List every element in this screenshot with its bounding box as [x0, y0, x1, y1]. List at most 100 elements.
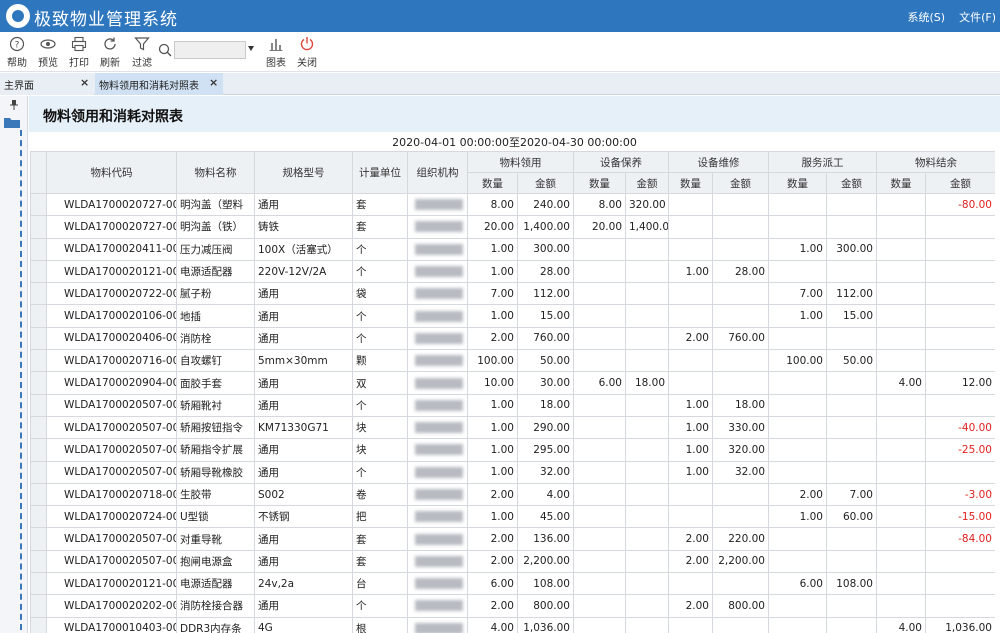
table-row[interactable]: WLDA1700020722-0016腻子粉通用袋7.00112.007.001… [30, 282, 995, 306]
cell-name: 轿厢按钮指令 [176, 415, 255, 440]
table-row[interactable]: WLDA1700020411-0004压力减压阀100X（活塞式）个1.0030… [30, 237, 995, 261]
cell-maint-amount [625, 349, 669, 373]
col-header-spec[interactable]: 规格型号 [254, 151, 353, 194]
row-indicator[interactable] [30, 482, 47, 507]
col-header-org[interactable]: 组织机构 [407, 151, 468, 194]
col-header-amount[interactable]: 金额 [925, 172, 995, 194]
table-row[interactable]: WLDA1700020507-0019轿厢按钮指令KM71330G71块 1.00… [30, 415, 995, 440]
cell-repair-qty [668, 505, 713, 529]
row-indicator[interactable] [30, 527, 47, 551]
row-indicator[interactable] [30, 304, 47, 328]
table-row[interactable]: WLDA1700020904-0005面胶手套通用双 10.0030.006.00… [30, 371, 995, 395]
close-button[interactable]: 关闭 [292, 36, 322, 69]
table-row[interactable]: WLDA1700020724-0031U型锁不锈钢把1.0045.001.006… [30, 505, 995, 529]
cell-balance-qty [876, 192, 926, 217]
table-row[interactable]: WLDA1700020121-0001电源适配器220V-12V/2A个 1.00… [30, 259, 995, 284]
tab-report[interactable]: 物料领用和消耗对照表 × [95, 73, 223, 95]
cell-balance-amount [925, 549, 995, 574]
col-header-qty[interactable]: 数量 [668, 172, 713, 194]
table-row[interactable]: WLDA1700020727-0005明沟盖（铁）铸铁套20.001,400.0… [30, 215, 995, 239]
menu-system[interactable]: 系统(S) [908, 9, 946, 25]
cell-issue-qty: 2.00 [467, 594, 518, 618]
search-dropdown-icon[interactable] [248, 46, 254, 51]
cell-unit: 袋 [352, 282, 408, 306]
col-header-qty[interactable]: 数量 [876, 172, 926, 194]
refresh-button[interactable]: 刷新 [95, 36, 125, 69]
col-header-name[interactable]: 物料名称 [176, 151, 255, 194]
row-indicator[interactable] [30, 505, 47, 529]
row-indicator[interactable] [30, 259, 47, 284]
cell-dispatch-amount: 50.00 [826, 349, 877, 373]
cell-org [407, 616, 468, 633]
table-row[interactable]: WLDA1700020507-0024轿厢导靴橡胶通用个1.0032.001.0… [30, 460, 995, 484]
table-row[interactable]: WLDA1700010403-0016DDR3内存条4G根4.001,036.0… [30, 616, 995, 633]
table-row[interactable]: WLDA1700020507-0033对重导靴通用套2.00136.002.00… [30, 527, 995, 551]
table-row[interactable]: WLDA1700020718-0002生胶带S002卷2.004.002.007… [30, 482, 995, 507]
table-row[interactable]: WLDA1700020507-0020轿厢指令扩展通用块1.00295.001.… [30, 438, 995, 462]
menu-file[interactable]: 文件(F) [959, 9, 996, 25]
table-row[interactable]: WLDA1700020121-0007电源适配器24v,2a台6.00108.0… [30, 572, 995, 596]
folder-icon[interactable] [4, 116, 20, 128]
cell-name: 轿厢指令扩展 [176, 438, 255, 462]
row-indicator-header [30, 151, 47, 194]
row-indicator[interactable] [30, 549, 47, 574]
cell-name: 生胶带 [176, 482, 255, 507]
cell-issue-qty: 10.00 [467, 371, 518, 395]
filter-button[interactable]: 过滤 [127, 36, 157, 69]
col-header-unit[interactable]: 计量单位 [352, 151, 408, 194]
tab-main-close-icon[interactable]: × [80, 76, 89, 89]
preview-button[interactable]: 预览 [33, 36, 63, 69]
tab-report-label: 物料领用和消耗对照表 [99, 81, 199, 92]
table-row[interactable]: WLDA1700020507-0008轿厢靴衬通用个1.0018.001.001… [30, 393, 995, 417]
row-indicator[interactable] [30, 393, 47, 417]
row-indicator[interactable] [30, 460, 47, 484]
col-header-qty[interactable]: 数量 [573, 172, 626, 194]
chart-button[interactable]: 图表 [261, 36, 291, 69]
col-header-amount[interactable]: 金额 [517, 172, 574, 194]
row-indicator[interactable] [30, 415, 47, 440]
col-header-code[interactable]: 物料代码 [46, 151, 177, 194]
print-button[interactable]: 打印 [64, 36, 94, 69]
col-header-qty[interactable]: 数量 [467, 172, 518, 194]
row-indicator[interactable] [30, 616, 47, 633]
row-indicator[interactable] [30, 215, 47, 239]
table-row[interactable]: WLDA1700020507-0034抱闸电源盒通用套2.002,200.002… [30, 549, 995, 574]
row-indicator[interactable] [30, 594, 47, 618]
tab-report-close-icon[interactable]: × [209, 76, 218, 89]
row-indicator[interactable] [30, 192, 47, 217]
table-row[interactable]: WLDA1700020202-0021消防栓接合器通用个2.00800.002.… [30, 594, 995, 618]
col-header-amount[interactable]: 金额 [826, 172, 877, 194]
help-button[interactable]: ? 帮助 [2, 36, 32, 69]
pin-icon[interactable] [10, 100, 18, 110]
cell-spec: 通用 [254, 460, 353, 484]
report-grid[interactable]: 物料代码 物料名称 规格型号 计量单位 组织机构 物料领用 设备保养 设备维修 … [30, 151, 995, 633]
col-header-amount[interactable]: 金额 [625, 172, 669, 194]
cell-issue-amount: 30.00 [517, 371, 574, 395]
cell-issue-qty: 1.00 [467, 438, 518, 462]
row-indicator[interactable] [30, 572, 47, 596]
table-row[interactable]: WLDA1700020106-0025地插通用个1.0015.001.0015.… [30, 304, 995, 328]
cell-code: WLDA1700010403-0016 [46, 616, 177, 633]
cell-code: WLDA1700020507-0019 [46, 415, 177, 440]
cell-issue-qty: 8.00 [467, 192, 518, 217]
cell-dispatch-amount [826, 215, 877, 239]
filter-icon [134, 37, 150, 51]
row-indicator[interactable] [30, 326, 47, 351]
cell-unit: 套 [352, 549, 408, 574]
refresh-icon [104, 37, 116, 50]
row-indicator[interactable] [30, 282, 47, 306]
org-redacted [415, 622, 463, 633]
table-row[interactable]: WLDA1700020727-0006明沟盖（塑料通用套 8.00240.008.… [30, 192, 995, 217]
row-indicator[interactable] [30, 237, 47, 261]
search-input[interactable] [174, 41, 246, 59]
table-row[interactable]: WLDA1700020406-0011消防栓通用个2.00760.002.007… [30, 326, 995, 351]
cell-maint-qty [573, 393, 626, 417]
col-header-qty[interactable]: 数量 [768, 172, 827, 194]
cell-balance-qty: 4.00 [876, 371, 926, 395]
tab-main[interactable]: 主界面 × [0, 73, 94, 95]
row-indicator[interactable] [30, 349, 47, 373]
col-header-amount[interactable]: 金额 [712, 172, 769, 194]
row-indicator[interactable] [30, 438, 47, 462]
row-indicator[interactable] [30, 371, 47, 395]
table-row[interactable]: WLDA1700020716-0025自攻螺钉5mm×30mm颗100.0050… [30, 349, 995, 373]
